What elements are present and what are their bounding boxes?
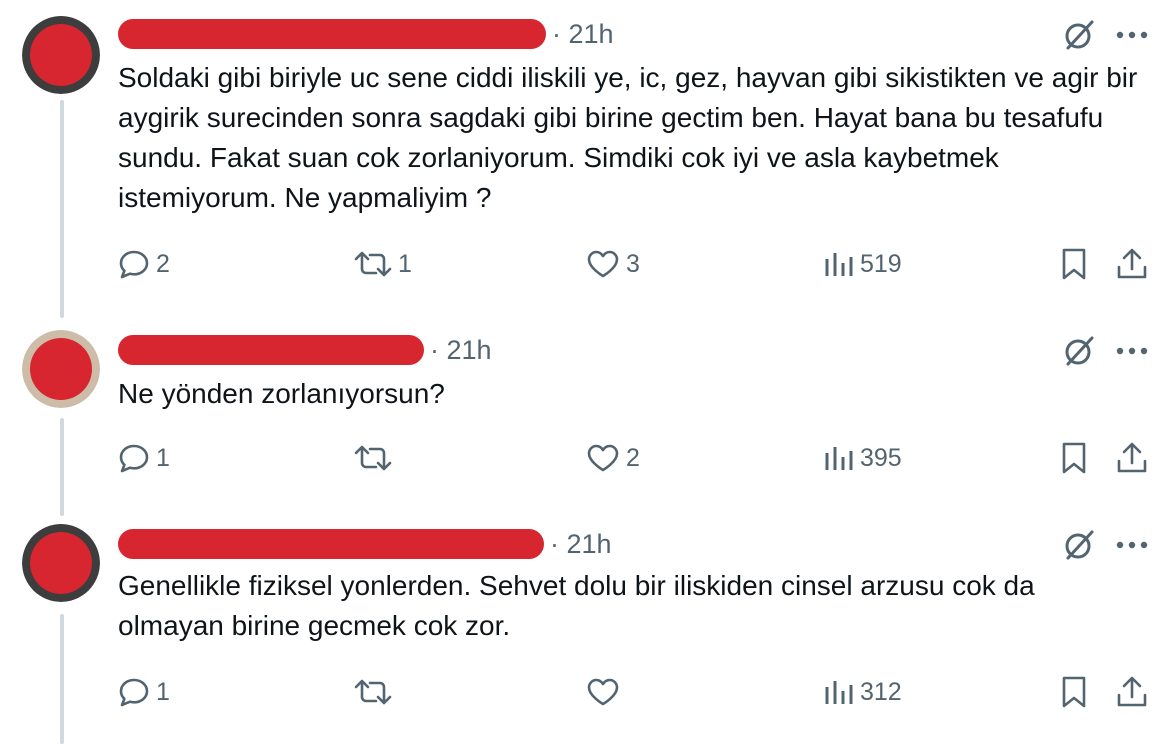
- tweet-text: Ne yönden zorlanıyorsun?: [118, 378, 445, 409]
- views-icon: [824, 249, 854, 279]
- like-button[interactable]: [586, 672, 626, 712]
- views-button[interactable]: 312: [824, 672, 902, 712]
- grok-icon[interactable]: [1062, 528, 1096, 562]
- tweet[interactable]: 21h Ne yönden zorlanıyorsun? 1 2 395: [0, 320, 1170, 516]
- redacted-username: [118, 19, 546, 49]
- share-button[interactable]: [1116, 438, 1148, 478]
- reply-button[interactable]: 1: [118, 672, 170, 712]
- share-icon: [1116, 675, 1148, 709]
- tweet-header: 21h: [118, 14, 614, 54]
- like-icon: [586, 249, 620, 279]
- like-button[interactable]: 3: [586, 244, 640, 284]
- like-icon: [586, 677, 620, 707]
- bookmark-button[interactable]: [1060, 438, 1088, 478]
- reply-button[interactable]: 1: [118, 438, 170, 478]
- timestamp[interactable]: 21h: [550, 529, 612, 560]
- views-button[interactable]: 519: [824, 244, 902, 284]
- tweet[interactable]: 21h Soldaki gibi biriyle uc sene ciddi i…: [0, 0, 1170, 320]
- timestamp[interactable]: 21h: [552, 19, 614, 50]
- share-button[interactable]: [1116, 244, 1148, 284]
- bookmark-icon: [1060, 441, 1088, 475]
- repost-icon: [354, 249, 392, 279]
- tweet-text: Soldaki gibi biriyle uc sene ciddi ilisk…: [118, 62, 1138, 213]
- avatar[interactable]: [22, 330, 100, 408]
- more-icon[interactable]: [1116, 30, 1148, 40]
- share-icon: [1116, 247, 1148, 281]
- repost-button[interactable]: 1: [354, 244, 412, 284]
- action-bar: 1 2 395: [118, 438, 1150, 478]
- avatar[interactable]: [22, 16, 100, 94]
- reply-icon: [118, 677, 150, 707]
- tweet-header: 21h: [118, 524, 612, 564]
- grok-icon[interactable]: [1062, 334, 1096, 368]
- like-button[interactable]: 2: [586, 438, 640, 478]
- grok-icon[interactable]: [1062, 18, 1096, 52]
- repost-button[interactable]: [354, 438, 398, 478]
- bookmark-button[interactable]: [1060, 244, 1088, 284]
- action-bar: 2 1 3 519: [118, 244, 1150, 284]
- more-icon[interactable]: [1116, 346, 1148, 356]
- bookmark-icon: [1060, 247, 1088, 281]
- repost-button[interactable]: [354, 672, 398, 712]
- reply-icon: [118, 249, 150, 279]
- reply-icon: [118, 443, 150, 473]
- redacted-username: [118, 335, 424, 365]
- tweet-text: Genellikle fiziksel yonlerden. Sehvet do…: [118, 570, 1035, 641]
- reply-button[interactable]: 2: [118, 244, 170, 284]
- share-icon: [1116, 441, 1148, 475]
- bookmark-button[interactable]: [1060, 672, 1088, 712]
- tweet-header: 21h: [118, 330, 492, 370]
- views-button[interactable]: 395: [824, 438, 902, 478]
- views-icon: [824, 443, 854, 473]
- timestamp[interactable]: 21h: [430, 335, 492, 366]
- repost-icon: [354, 677, 392, 707]
- bookmark-icon: [1060, 675, 1088, 709]
- more-icon[interactable]: [1116, 540, 1148, 550]
- repost-icon: [354, 443, 392, 473]
- redacted-username: [118, 529, 544, 559]
- views-icon: [824, 677, 854, 707]
- avatar[interactable]: [22, 524, 100, 602]
- share-button[interactable]: [1116, 672, 1148, 712]
- tweet[interactable]: 21h Genellikle fiziksel yonlerden. Sehve…: [0, 516, 1170, 744]
- action-bar: 1 312: [118, 672, 1150, 712]
- like-icon: [586, 443, 620, 473]
